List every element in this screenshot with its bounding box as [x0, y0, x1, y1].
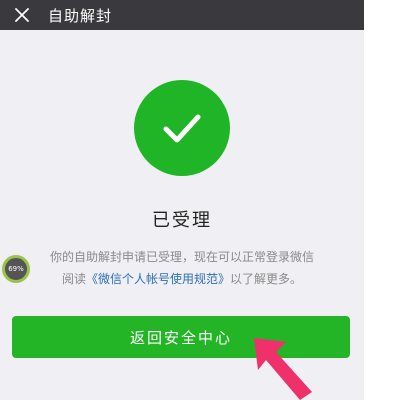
- pointer-arrow-icon: [254, 338, 312, 400]
- page-title: 自助解封: [48, 6, 113, 25]
- checkmark-icon: [163, 114, 201, 143]
- title-bar: 自助解封: [0, 0, 364, 30]
- status-title: 已受理: [152, 210, 212, 231]
- progress-badge[interactable]: 69%: [2, 255, 30, 283]
- message-suffix: 以了解更多。: [230, 272, 303, 286]
- close-icon: [15, 8, 29, 22]
- screen: 自助解封 已受理 你的自助解封申请已受理，现在可以正常登录微信 阅读《微信个人帐…: [0, 0, 400, 400]
- message-line-1: 你的自助解封申请已受理，现在可以正常登录微信: [49, 250, 314, 264]
- message-prefix: 阅读: [61, 272, 86, 286]
- close-button[interactable]: [0, 0, 44, 30]
- success-circle: [134, 80, 230, 176]
- rules-link[interactable]: 《微信个人帐号使用规范》: [86, 272, 230, 286]
- message-line-2: 阅读《微信个人帐号使用规范》以了解更多。: [0, 270, 364, 287]
